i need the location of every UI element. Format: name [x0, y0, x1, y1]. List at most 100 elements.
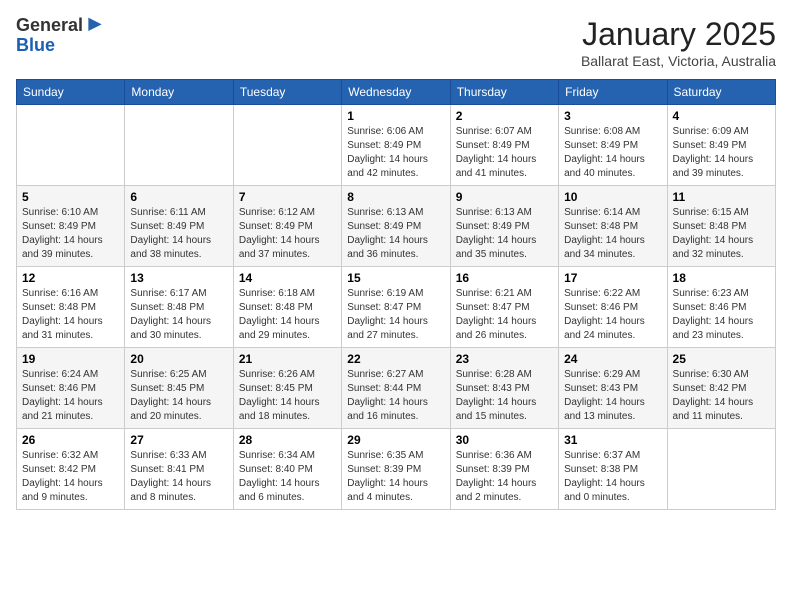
calendar-cell: 8 Sunrise: 6:13 AMSunset: 8:49 PMDaylight…: [342, 186, 450, 267]
calendar-cell: 11 Sunrise: 6:15 AMSunset: 8:48 PMDayligh…: [667, 186, 775, 267]
calendar-cell: 10 Sunrise: 6:14 AMSunset: 8:48 PMDayligh…: [559, 186, 667, 267]
day-number: 31: [564, 433, 661, 447]
calendar-cell: [17, 105, 125, 186]
location-subtitle: Ballarat East, Victoria, Australia: [581, 53, 776, 69]
day-number: 29: [347, 433, 444, 447]
day-number: 7: [239, 190, 336, 204]
day-info: Sunrise: 6:16 AMSunset: 8:48 PMDaylight:…: [22, 287, 119, 343]
calendar-cell: 19Sunrise: 6:24 AMSunset: 8:46 PMDayligh…: [17, 348, 125, 429]
week-row-3: 12 Sunrise: 6:16 AMSunset: 8:48 PMDayligh…: [17, 267, 776, 348]
day-number: 18: [673, 271, 770, 285]
month-title: January 2025: [581, 16, 776, 53]
day-info: Sunrise: 6:12 AMSunset: 8:49 PMDaylight:…: [239, 206, 336, 262]
day-info: Sunrise: 6:28 AMSunset: 8:43 PMDaylight:…: [456, 368, 553, 424]
day-info: Sunrise: 6:07 AMSunset: 8:49 PMDaylight:…: [456, 125, 553, 181]
day-info: Sunrise: 6:13 AMSunset: 8:49 PMDaylight:…: [347, 206, 444, 262]
week-row-2: 5 Sunrise: 6:10 AMSunset: 8:49 PMDaylight…: [17, 186, 776, 267]
day-number: 20: [130, 352, 227, 366]
calendar-cell: 22Sunrise: 6:27 AMSunset: 8:44 PMDayligh…: [342, 348, 450, 429]
week-row-4: 19Sunrise: 6:24 AMSunset: 8:46 PMDayligh…: [17, 348, 776, 429]
day-number: 5: [22, 190, 119, 204]
column-header-monday: Monday: [125, 80, 233, 105]
calendar-cell: 16 Sunrise: 6:21 AMSunset: 8:47 PMDayligh…: [450, 267, 558, 348]
logo-general: General: [16, 16, 83, 36]
day-number: 22: [347, 352, 444, 366]
day-info: Sunrise: 6:32 AMSunset: 8:42 PMDaylight:…: [22, 449, 119, 505]
calendar-cell: 4 Sunrise: 6:09 AMSunset: 8:49 PMDaylight…: [667, 105, 775, 186]
day-info: Sunrise: 6:23 AMSunset: 8:46 PMDaylight:…: [673, 287, 770, 343]
day-info: Sunrise: 6:13 AMSunset: 8:49 PMDaylight:…: [456, 206, 553, 262]
calendar-cell: 20 Sunrise: 6:25 AMSunset: 8:45 PMDayligh…: [125, 348, 233, 429]
day-number: 24: [564, 352, 661, 366]
day-info: Sunrise: 6:11 AMSunset: 8:49 PMDaylight:…: [130, 206, 227, 262]
calendar-cell: 25 Sunrise: 6:30 AMSunset: 8:42 PMDayligh…: [667, 348, 775, 429]
calendar-table: SundayMondayTuesdayWednesdayThursdayFrid…: [16, 79, 776, 510]
day-number: 30: [456, 433, 553, 447]
calendar-cell: 29 Sunrise: 6:35 AMSunset: 8:39 PMDayligh…: [342, 429, 450, 510]
day-number: 25: [673, 352, 770, 366]
day-number: 15: [347, 271, 444, 285]
title-block: January 2025 Ballarat East, Victoria, Au…: [581, 16, 776, 69]
day-number: 10: [564, 190, 661, 204]
column-header-friday: Friday: [559, 80, 667, 105]
calendar-cell: 27Sunrise: 6:33 AMSunset: 8:41 PMDayligh…: [125, 429, 233, 510]
day-number: 12: [22, 271, 119, 285]
calendar-cell: 14 Sunrise: 6:18 AMSunset: 8:48 PMDayligh…: [233, 267, 341, 348]
day-info: Sunrise: 6:33 AMSunset: 8:41 PMDaylight:…: [130, 449, 227, 505]
day-number: 28: [239, 433, 336, 447]
week-row-5: 26 Sunrise: 6:32 AMSunset: 8:42 PMDayligh…: [17, 429, 776, 510]
day-info: Sunrise: 6:29 AMSunset: 8:43 PMDaylight:…: [564, 368, 661, 424]
day-info: Sunrise: 6:18 AMSunset: 8:48 PMDaylight:…: [239, 287, 336, 343]
calendar-cell: 12 Sunrise: 6:16 AMSunset: 8:48 PMDayligh…: [17, 267, 125, 348]
calendar-cell: 15Sunrise: 6:19 AMSunset: 8:47 PMDayligh…: [342, 267, 450, 348]
day-number: 4: [673, 109, 770, 123]
calendar-cell: [125, 105, 233, 186]
day-info: Sunrise: 6:14 AMSunset: 8:48 PMDaylight:…: [564, 206, 661, 262]
day-info: Sunrise: 6:15 AMSunset: 8:48 PMDaylight:…: [673, 206, 770, 262]
page-header: General Blue January 2025 Ballarat East,…: [16, 16, 776, 69]
day-number: 3: [564, 109, 661, 123]
logo: General Blue: [16, 16, 105, 56]
day-number: 2: [456, 109, 553, 123]
day-info: Sunrise: 6:30 AMSunset: 8:42 PMDaylight:…: [673, 368, 770, 424]
week-row-1: 1Sunrise: 6:06 AMSunset: 8:49 PMDaylight…: [17, 105, 776, 186]
day-info: Sunrise: 6:08 AMSunset: 8:49 PMDaylight:…: [564, 125, 661, 181]
column-header-tuesday: Tuesday: [233, 80, 341, 105]
day-info: Sunrise: 6:09 AMSunset: 8:49 PMDaylight:…: [673, 125, 770, 181]
day-info: Sunrise: 6:35 AMSunset: 8:39 PMDaylight:…: [347, 449, 444, 505]
day-info: Sunrise: 6:21 AMSunset: 8:47 PMDaylight:…: [456, 287, 553, 343]
day-number: 17: [564, 271, 661, 285]
calendar-cell: 1Sunrise: 6:06 AMSunset: 8:49 PMDaylight…: [342, 105, 450, 186]
day-info: Sunrise: 6:22 AMSunset: 8:46 PMDaylight:…: [564, 287, 661, 343]
calendar-cell: 28 Sunrise: 6:34 AMSunset: 8:40 PMDayligh…: [233, 429, 341, 510]
day-info: Sunrise: 6:26 AMSunset: 8:45 PMDaylight:…: [239, 368, 336, 424]
calendar-cell: 30 Sunrise: 6:36 AMSunset: 8:39 PMDayligh…: [450, 429, 558, 510]
calendar-cell: 7 Sunrise: 6:12 AMSunset: 8:49 PMDaylight…: [233, 186, 341, 267]
day-number: 23: [456, 352, 553, 366]
column-header-saturday: Saturday: [667, 80, 775, 105]
day-info: Sunrise: 6:25 AMSunset: 8:45 PMDaylight:…: [130, 368, 227, 424]
day-number: 26: [22, 433, 119, 447]
day-number: 21: [239, 352, 336, 366]
calendar-cell: [233, 105, 341, 186]
day-number: 14: [239, 271, 336, 285]
calendar-cell: 2 Sunrise: 6:07 AMSunset: 8:49 PMDaylight…: [450, 105, 558, 186]
calendar-cell: 13Sunrise: 6:17 AMSunset: 8:48 PMDayligh…: [125, 267, 233, 348]
calendar-cell: 24 Sunrise: 6:29 AMSunset: 8:43 PMDayligh…: [559, 348, 667, 429]
day-info: Sunrise: 6:36 AMSunset: 8:39 PMDaylight:…: [456, 449, 553, 505]
calendar-cell: [667, 429, 775, 510]
day-info: Sunrise: 6:24 AMSunset: 8:46 PMDaylight:…: [22, 368, 119, 424]
day-info: Sunrise: 6:37 AMSunset: 8:38 PMDaylight:…: [564, 449, 661, 505]
calendar-cell: 31 Sunrise: 6:37 AMSunset: 8:38 PMDayligh…: [559, 429, 667, 510]
day-info: Sunrise: 6:10 AMSunset: 8:49 PMDaylight:…: [22, 206, 119, 262]
day-number: 11: [673, 190, 770, 204]
day-number: 8: [347, 190, 444, 204]
calendar-cell: 6Sunrise: 6:11 AMSunset: 8:49 PMDaylight…: [125, 186, 233, 267]
column-header-sunday: Sunday: [17, 80, 125, 105]
calendar-cell: 21 Sunrise: 6:26 AMSunset: 8:45 PMDayligh…: [233, 348, 341, 429]
header-row: SundayMondayTuesdayWednesdayThursdayFrid…: [17, 80, 776, 105]
calendar-cell: 26 Sunrise: 6:32 AMSunset: 8:42 PMDayligh…: [17, 429, 125, 510]
day-number: 16: [456, 271, 553, 285]
column-header-thursday: Thursday: [450, 80, 558, 105]
day-info: Sunrise: 6:34 AMSunset: 8:40 PMDaylight:…: [239, 449, 336, 505]
